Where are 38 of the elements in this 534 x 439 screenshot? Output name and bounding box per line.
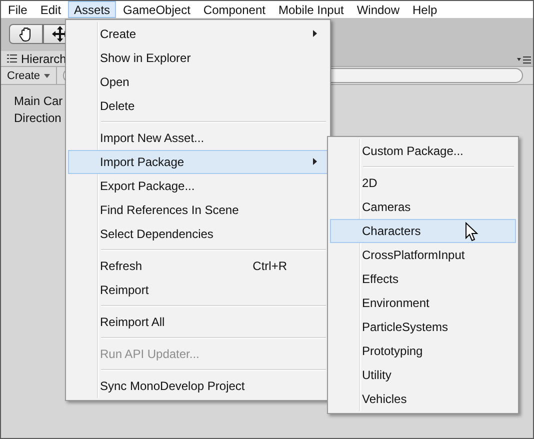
menu-item[interactable]: Reimport bbox=[68, 278, 328, 302]
menu-item[interactable]: ParticleSystems bbox=[330, 315, 516, 339]
menu-bar-item[interactable]: Assets bbox=[68, 1, 116, 18]
pointer-icon bbox=[465, 222, 479, 242]
menu-item[interactable]: Cameras bbox=[330, 195, 516, 219]
menu-item[interactable]: Refresh Ctrl+R bbox=[68, 254, 328, 278]
menu-item[interactable]: Select Dependencies bbox=[68, 222, 328, 246]
menu-item[interactable]: Effects bbox=[330, 267, 516, 291]
create-dropdown[interactable]: Create bbox=[4, 67, 58, 84]
menu-bar-item[interactable]: GameObject bbox=[117, 1, 196, 18]
panel-menu-icon[interactable] bbox=[517, 56, 531, 64]
move-arrows-icon bbox=[52, 26, 68, 42]
menu-item[interactable]: Delete bbox=[68, 94, 328, 118]
menu-bar-item[interactable]: File bbox=[2, 1, 34, 18]
menu-item[interactable]: Reimport All bbox=[68, 310, 328, 334]
list-icon bbox=[7, 54, 17, 63]
menu-item[interactable]: Export Package... bbox=[68, 174, 328, 198]
menu-bar-item[interactable]: Help bbox=[406, 1, 444, 18]
menu-item[interactable]: Environment bbox=[330, 291, 516, 315]
menu-bar-item[interactable]: Edit bbox=[34, 1, 68, 18]
menu-item[interactable]: Import New Asset... bbox=[68, 126, 328, 150]
menu-item[interactable]: Sync MonoDevelop Project bbox=[68, 374, 328, 398]
menu-item[interactable]: Open bbox=[68, 70, 328, 94]
menu-item[interactable]: Prototyping bbox=[330, 339, 516, 363]
menu-item[interactable]: 2D bbox=[330, 171, 516, 195]
menu-bar-item[interactable]: Component bbox=[197, 1, 272, 18]
menu-item[interactable]: Vehicles bbox=[330, 387, 516, 411]
menu-item[interactable]: CrossPlatformInput bbox=[330, 243, 516, 267]
menu-item[interactable]: Characters bbox=[330, 219, 516, 243]
menu-bar-item[interactable]: Window bbox=[350, 1, 406, 18]
menu-item[interactable]: Find References In Scene bbox=[68, 198, 328, 222]
menu-bar-item[interactable]: Mobile Input bbox=[272, 1, 350, 18]
menu-item[interactable]: Utility bbox=[330, 363, 516, 387]
hand-tool-button[interactable] bbox=[9, 24, 43, 44]
menu-item[interactable]: Custom Package... bbox=[330, 139, 516, 163]
tab-title: Hierarch bbox=[21, 52, 66, 66]
menu-item[interactable]: Import Package bbox=[68, 150, 328, 174]
caret-icon bbox=[44, 74, 50, 78]
